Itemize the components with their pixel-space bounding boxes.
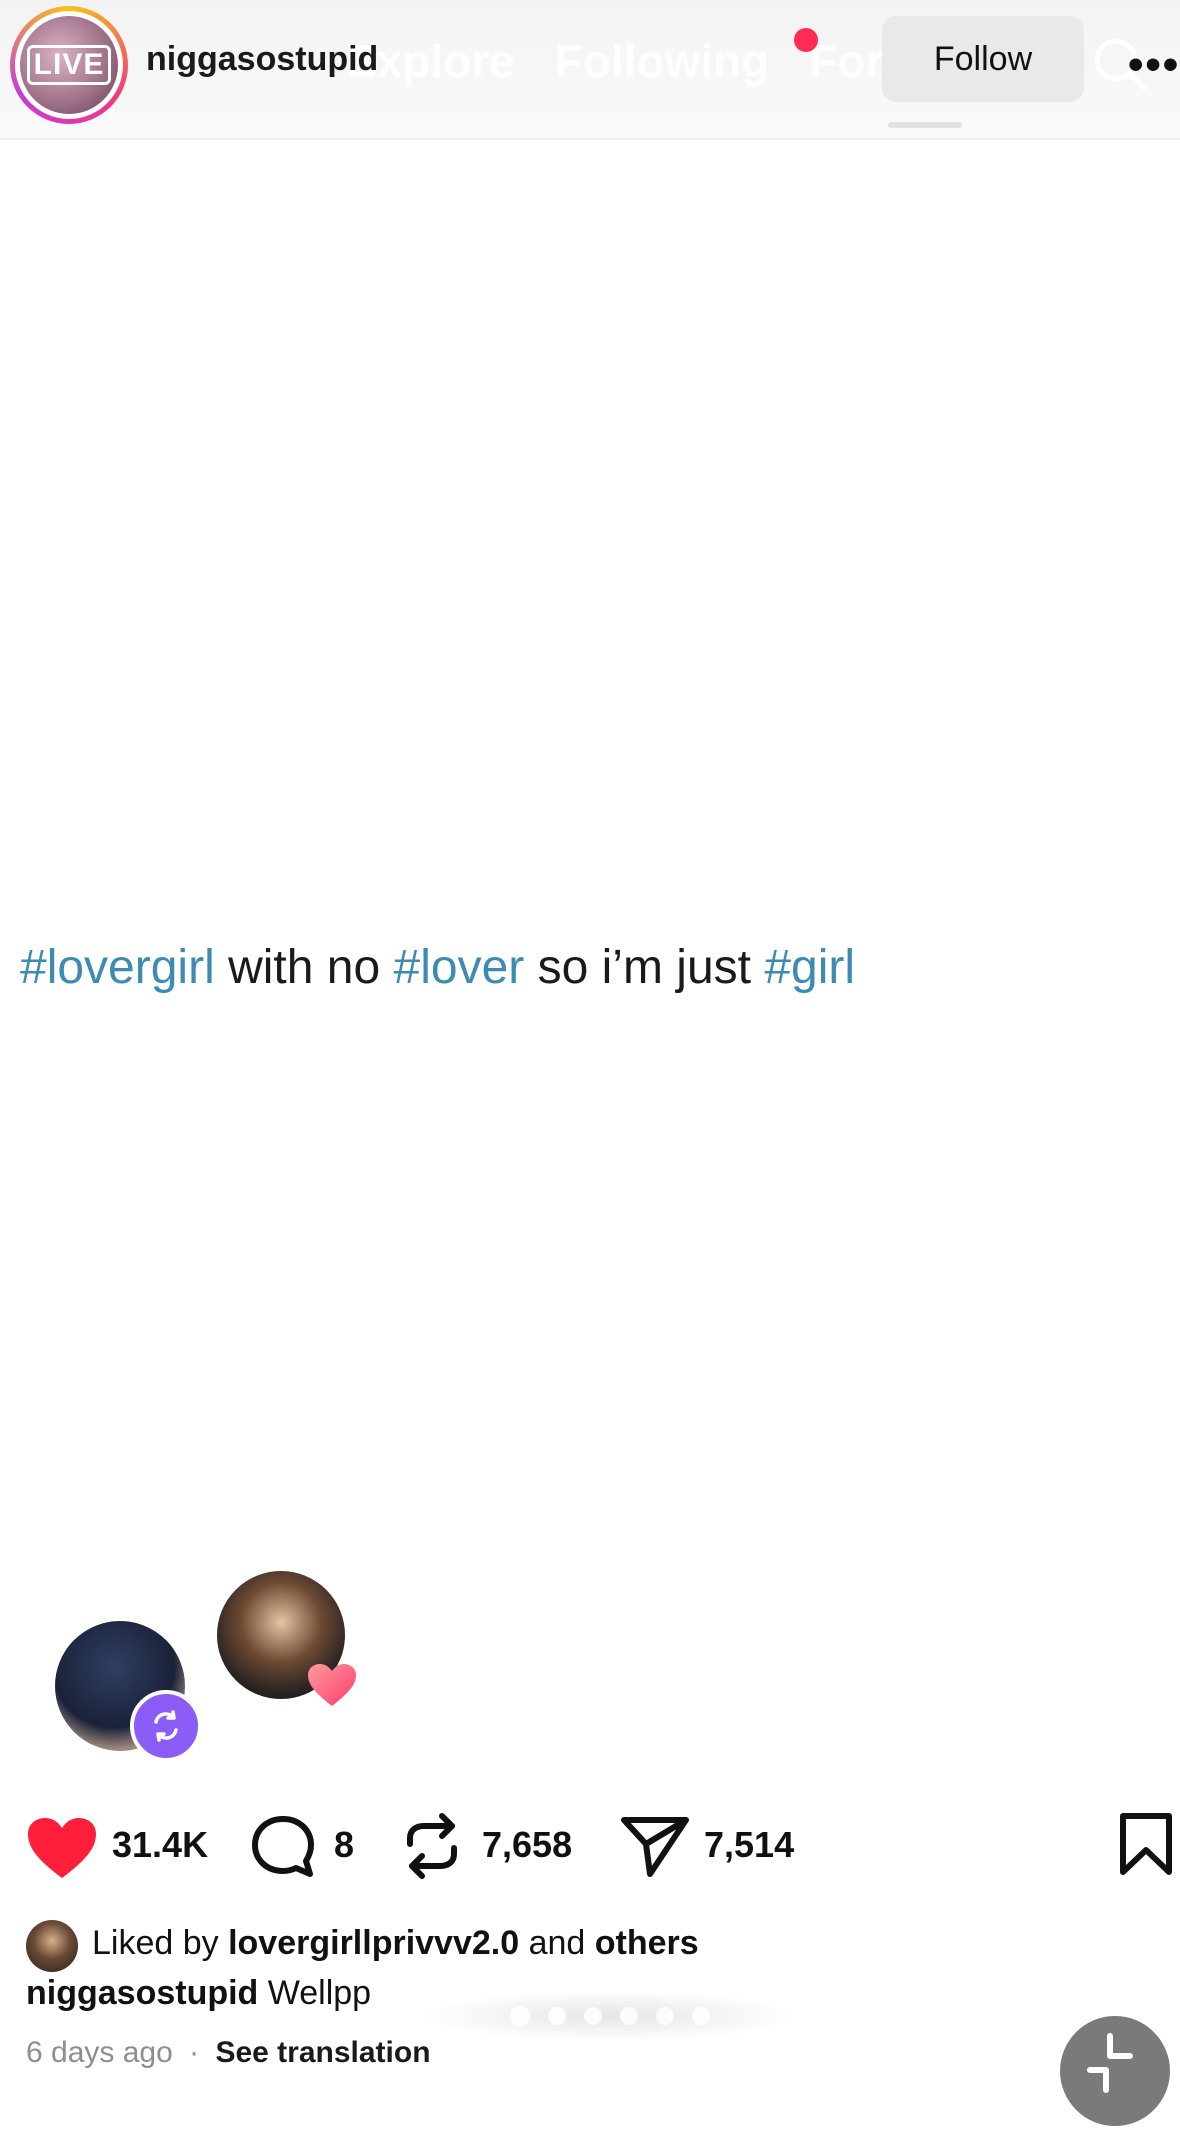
action-bar: 31.4K 8 7,658 7,514 <box>0 1808 1180 1888</box>
tab-following[interactable]: Following <box>555 34 770 94</box>
tab-indicator <box>888 122 962 128</box>
repost-badge-icon <box>130 1690 202 1762</box>
meta-separator: · <box>189 2036 200 2069</box>
hashtag-link[interactable]: #lover <box>394 941 525 994</box>
post-meta: 6 days ago · See translation <box>26 2036 431 2070</box>
carousel-dot[interactable] <box>656 2007 674 2025</box>
carousel-dot[interactable] <box>584 2007 602 2025</box>
liked-by-user-link[interactable]: lovergirllprivvv2.0 <box>228 1924 519 1962</box>
minimize-icon <box>1087 2033 1133 2093</box>
header-username[interactable]: niggasostupid <box>146 40 378 79</box>
post-text-segment: so i’m just <box>537 941 751 994</box>
carousel-dot[interactable] <box>510 2006 530 2026</box>
carousel-dot[interactable] <box>620 2007 638 2025</box>
repost-count[interactable]: 7,658 <box>482 1824 572 1866</box>
heart-icon[interactable] <box>26 1816 98 1880</box>
caption-text: Wellpp <box>267 1974 372 2012</box>
heart-badge-icon <box>308 1664 356 1706</box>
hashtag-link[interactable]: #girl <box>764 941 855 994</box>
comment-icon[interactable] <box>250 1814 316 1880</box>
bookmark-icon[interactable] <box>1118 1812 1174 1876</box>
live-badge: LIVE <box>26 45 112 85</box>
liked-by-others-link[interactable]: others <box>595 1924 699 1962</box>
liked-by-and: and <box>528 1924 586 1962</box>
hashtag-link[interactable]: #lovergirl <box>20 941 215 994</box>
liked-by-line: Liked by lovergirllprivvv2.0 and others <box>92 1924 699 1963</box>
like-count[interactable]: 31.4K <box>112 1824 208 1866</box>
share-icon[interactable] <box>620 1814 690 1878</box>
carousel-dot[interactable] <box>692 2007 710 2025</box>
carousel-dot[interactable] <box>548 2007 566 2025</box>
comment-count[interactable]: 8 <box>334 1824 354 1866</box>
notification-dot <box>794 28 818 52</box>
repost-icon[interactable] <box>400 1810 464 1882</box>
post-timestamp: 6 days ago <box>26 2036 173 2069</box>
live-avatar[interactable]: LIVE <box>10 6 128 124</box>
liked-by-avatar[interactable] <box>26 1920 78 1972</box>
follow-button[interactable]: Follow <box>882 16 1084 102</box>
caption-username[interactable]: niggasostupid <box>26 1974 258 2012</box>
carousel-indicator <box>420 1990 800 2042</box>
more-icon[interactable]: ••• <box>1128 40 1180 90</box>
post-text-segment: with no <box>228 941 381 994</box>
post-text: #lovergirl with no #lover so i’m just #g… <box>20 940 855 995</box>
share-count[interactable]: 7,514 <box>704 1824 794 1866</box>
liked-by-prefix: Liked by <box>92 1924 219 1962</box>
see-translation-link[interactable]: See translation <box>215 2036 430 2069</box>
top-bar: Explore Following For You LIVE niggasost… <box>0 0 1180 140</box>
minimize-button[interactable] <box>1060 2016 1170 2126</box>
caption: niggasostupid Wellpp <box>26 1974 371 2013</box>
